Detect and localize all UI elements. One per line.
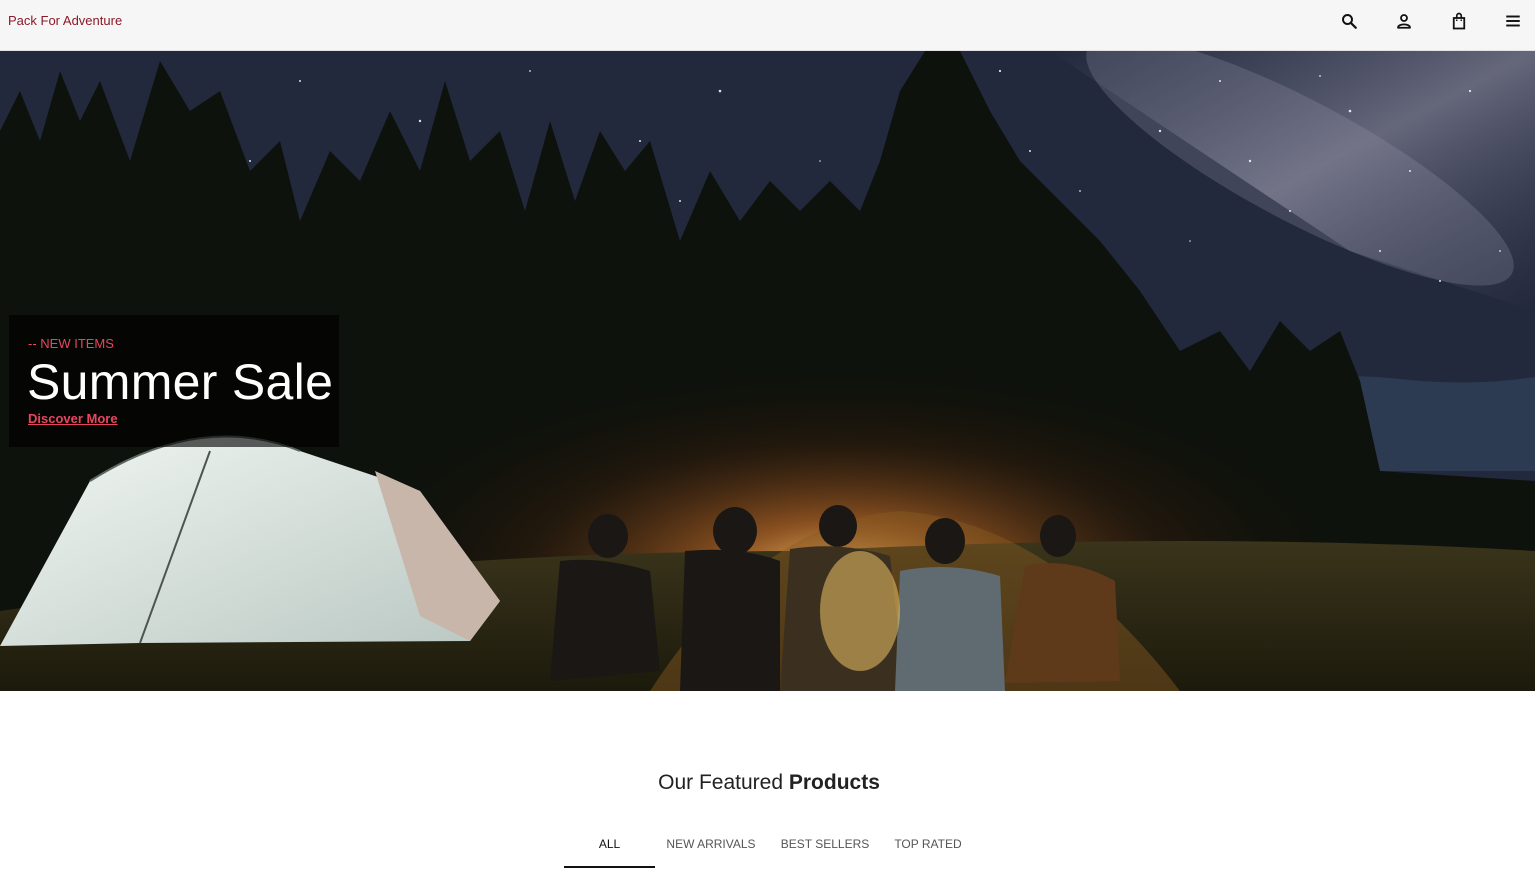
tab-top-rated[interactable]: TOP RATED <box>888 836 968 868</box>
site-header: Pack For Adventure <box>0 0 1535 51</box>
user-icon[interactable] <box>1394 11 1414 31</box>
promo-title: Summer Sale <box>27 354 334 410</box>
search-icon[interactable] <box>1339 11 1359 31</box>
brand-logo-link[interactable]: Pack For Adventure <box>8 13 122 28</box>
tab-best-sellers[interactable]: BEST SELLERS <box>776 836 874 868</box>
promo-tag: -- NEW ITEMS <box>28 336 114 351</box>
featured-heading-light: Our Featured <box>658 771 784 794</box>
hero-banner: -- NEW ITEMS Summer Sale Discover More <box>0 51 1535 691</box>
tab-new-arrivals[interactable]: NEW ARRIVALS <box>662 836 760 868</box>
menu-icon[interactable] <box>1503 11 1523 31</box>
bag-icon[interactable] <box>1449 11 1469 31</box>
featured-heading: Our Featured Products <box>0 771 1535 795</box>
promo-box: -- NEW ITEMS Summer Sale Discover More <box>9 315 339 447</box>
product-tabs: ALL NEW ARRIVALS BEST SELLERS TOP RATED <box>0 836 1535 870</box>
featured-heading-bold: Products <box>788 771 880 794</box>
tab-all[interactable]: ALL <box>564 836 655 868</box>
active-tab-indicator <box>564 866 655 868</box>
discover-more-link[interactable]: Discover More <box>28 411 118 426</box>
